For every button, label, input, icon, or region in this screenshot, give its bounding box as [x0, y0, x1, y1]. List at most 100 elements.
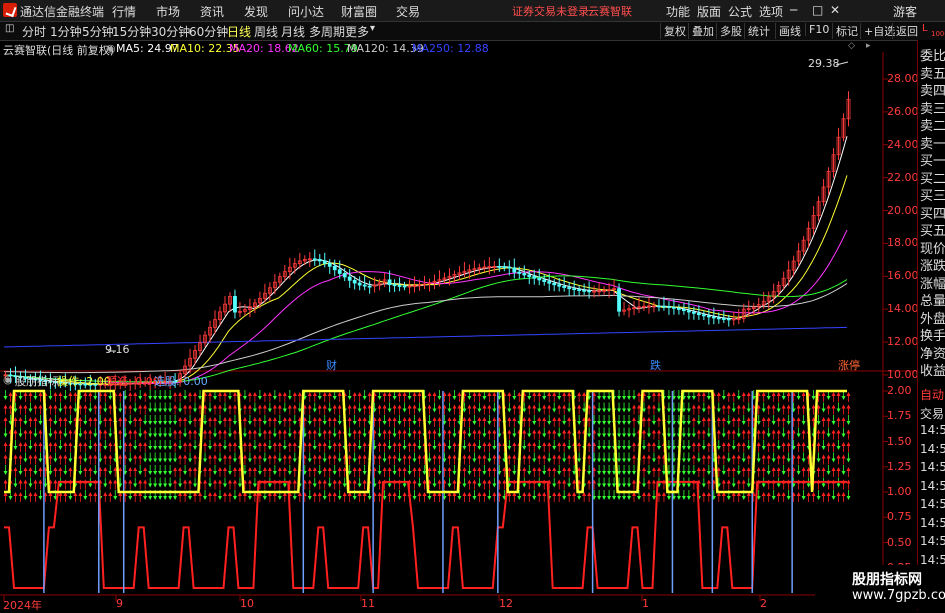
- down-arrow-icon: [267, 408, 272, 413]
- back-button[interactable]: 返回: [892, 23, 921, 39]
- down-arrow-icon: [527, 433, 532, 438]
- marker-zhangting[interactable]: 涨停: [838, 357, 860, 373]
- price-axis-label: 20.00: [887, 203, 919, 217]
- up-arrow-icon: [227, 454, 232, 459]
- marker-cai[interactable]: 财: [326, 357, 337, 373]
- biaoji-button[interactable]: 标记: [832, 23, 861, 39]
- down-arrow-icon: [23, 421, 28, 425]
- down-arrow-icon: [696, 458, 701, 463]
- period-more[interactable]: 更多: [345, 23, 369, 40]
- period-fenshi[interactable]: 分时: [22, 23, 46, 40]
- period-1min[interactable]: 1分钟: [50, 23, 82, 40]
- down-arrow-icon: [552, 446, 557, 450]
- down-arrow-icon: [781, 471, 786, 475]
- minimize-icon[interactable]: ─: [790, 3, 797, 17]
- down-arrow-icon: [646, 396, 651, 400]
- period-5min[interactable]: 5分钟: [82, 23, 114, 40]
- ma250-line: [3, 326, 848, 348]
- guest-button[interactable]: 游客: [893, 3, 917, 20]
- up-arrow-icon: [482, 442, 487, 446]
- huaxian-button[interactable]: 画线: [775, 23, 804, 39]
- up-arrow-icon: [392, 492, 397, 496]
- down-arrow-icon: [217, 421, 222, 425]
- up-arrow-icon: [447, 429, 452, 434]
- down-arrow-icon: [577, 458, 582, 463]
- menu-faxian[interactable]: 发现: [244, 3, 268, 20]
- auto-trade-label[interactable]: 自动: [920, 386, 944, 403]
- period-weekly[interactable]: 周线: [254, 23, 278, 40]
- down-arrow-icon: [437, 396, 442, 400]
- price-axis-label: 12.00: [887, 335, 919, 349]
- period-60min[interactable]: 60分钟: [189, 23, 228, 40]
- up-arrow-icon: [651, 442, 656, 446]
- menu-caifuquan[interactable]: 财富圈: [341, 3, 377, 20]
- login-notice[interactable]: 证券交易未登录: [512, 3, 589, 19]
- up-arrow-icon: [213, 479, 218, 484]
- up-arrow-icon: [781, 417, 786, 421]
- down-arrow-icon: [327, 408, 332, 413]
- menu-banmian[interactable]: 版面: [697, 3, 721, 20]
- toolbar-left-icon[interactable]: ◫: [5, 23, 14, 34]
- period-daily[interactable]: 日线: [227, 23, 251, 40]
- up-arrow-icon: [53, 404, 58, 409]
- up-arrow-icon: [741, 442, 746, 446]
- up-arrow-icon: [467, 442, 472, 446]
- up-arrow-icon: [816, 467, 821, 471]
- menu-gongneng[interactable]: 功能: [666, 3, 690, 20]
- fuquan-button[interactable]: 复权: [660, 23, 689, 39]
- maximize-icon[interactable]: □: [812, 3, 823, 17]
- up-arrow-icon: [18, 417, 23, 421]
- down-arrow-icon: [836, 446, 841, 450]
- down-arrow-icon: [158, 483, 163, 488]
- up-arrow-icon: [143, 429, 148, 434]
- down-arrow-icon: [617, 446, 622, 450]
- f10-button[interactable]: F10: [805, 23, 832, 36]
- down-arrow-icon: [128, 458, 133, 463]
- marker-die[interactable]: 跌: [650, 357, 661, 373]
- menu-shichang[interactable]: 市场: [156, 3, 180, 20]
- indicator-name[interactable]: 股朋指标: [15, 373, 59, 389]
- up-arrow-icon: [173, 392, 178, 396]
- up-arrow-icon: [183, 479, 188, 484]
- down-arrow-icon: [63, 396, 68, 400]
- kline-chart[interactable]: ◇ ▸: [0, 40, 917, 610]
- down-arrow-icon: [3, 396, 8, 400]
- down-arrow-icon: [701, 408, 706, 413]
- down-arrow-icon: [163, 396, 168, 400]
- period-15min[interactable]: 15分钟: [112, 23, 151, 40]
- menu-gongshi[interactable]: 公式: [728, 3, 752, 20]
- period-multi[interactable]: 多周期: [309, 23, 345, 40]
- price-axis-label: 24.00: [887, 137, 919, 151]
- up-arrow-icon: [741, 429, 746, 434]
- duogu-button[interactable]: 多股: [716, 23, 745, 39]
- up-arrow-icon: [48, 404, 53, 409]
- diejia-button[interactable]: 叠加: [688, 23, 717, 39]
- up-arrow-icon: [282, 417, 287, 421]
- period-30min[interactable]: 30分钟: [151, 23, 190, 40]
- menu-wenxiaoda[interactable]: 问小达: [288, 3, 324, 20]
- down-arrow-icon: [562, 421, 567, 425]
- down-arrow-icon: [407, 396, 412, 400]
- auto-trade-label[interactable]: 交易: [920, 405, 944, 422]
- close-icon[interactable]: ✕: [830, 3, 840, 17]
- down-arrow-icon: [686, 408, 691, 413]
- menu-jiaoyi[interactable]: 交易: [396, 3, 420, 20]
- up-arrow-icon: [203, 429, 208, 434]
- up-arrow-icon: [507, 417, 512, 421]
- up-arrow-icon: [232, 442, 237, 446]
- up-arrow-icon: [213, 492, 218, 496]
- candle-body: [567, 287, 572, 290]
- more-chevron-icon[interactable]: ▾: [370, 23, 375, 34]
- up-arrow-icon: [232, 429, 237, 434]
- up-arrow-icon: [846, 429, 851, 434]
- indicator-settings-icon[interactable]: ◉: [3, 373, 13, 386]
- menu-xuanxiang[interactable]: 选项: [759, 3, 783, 20]
- up-arrow-icon: [352, 479, 357, 484]
- up-arrow-icon: [203, 479, 208, 484]
- menu-zixun[interactable]: 资讯: [200, 3, 224, 20]
- down-arrow-icon: [3, 471, 8, 475]
- period-monthly[interactable]: 月线: [281, 23, 305, 40]
- up-arrow-icon: [641, 467, 646, 471]
- tongji-button[interactable]: 统计: [744, 23, 773, 39]
- menu-hangqing[interactable]: 行情: [112, 3, 136, 20]
